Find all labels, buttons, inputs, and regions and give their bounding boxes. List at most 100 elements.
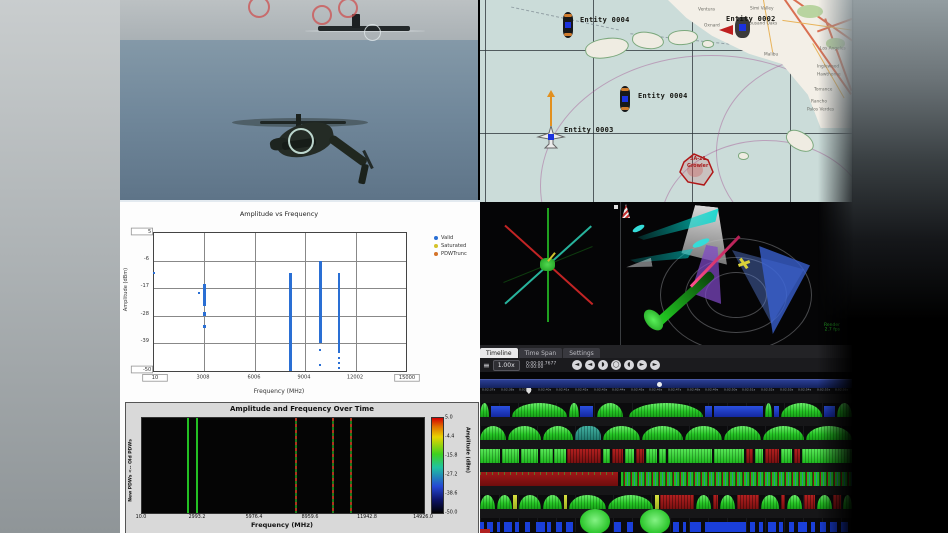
emitter-row[interactable]: Naval/Sea SurveillancePulses: 3866, Drop… [480,417,852,440]
sensor-circle-icon [364,24,381,41]
pulse-segment [773,406,780,417]
pulse-segment [491,406,510,417]
emitter-track[interactable] [480,509,852,533]
pulse-segment [504,521,512,532]
colorbar-tick-label: -27.2 [445,471,458,478]
scatter-point-cluster [289,273,292,371]
emitter-track[interactable] [480,449,852,463]
pulse-segment [563,495,568,509]
emitter-row[interactable]: Nav Navigate Aircraft RadarPulses: 14293… [480,509,852,533]
pulse-segment [565,521,573,532]
legend-label: PDWTrunc [441,250,467,257]
threat-zone-label-line1: SA-21 [690,156,706,162]
3d-beam-viewport[interactable]: Render 2.7 fps [480,202,852,345]
beam-pill-cyan [631,223,646,234]
screenshot-root: Ventura Oxnard Simi Valley Thousand Oaks Mal… [0,0,948,533]
emitter-row[interactable]: Nav Destroyer SurveillancePulses: 9351, … [480,440,852,463]
time-tick-label: 0:02:53s [779,388,793,392]
velocity-vector-line [550,96,552,126]
map-entity-aircraft[interactable] [536,124,566,152]
tab-settings[interactable]: Settings [563,348,600,358]
scatter-legend: Valid Saturated PDWTrunc [434,234,471,258]
axis-tick-label: -6 [143,255,149,262]
emitter-track[interactable] [480,426,852,440]
pulse-segment [786,495,802,509]
pulse-segment [480,426,507,440]
emitter-row[interactable]: Nav Destroyer Tracker 1Pulses: 40468, Dr… [480,463,852,486]
pulse-segment [556,521,562,532]
flight-sim-viewport[interactable] [120,0,478,200]
scatter-point [337,362,340,365]
play-reverse-button[interactable]: ◄ [584,360,595,370]
spectrogram-panel: Amplitude and Frequency Over Time New PD… [125,402,479,533]
pulse-segment [639,509,670,533]
ground-affiliation-square [739,24,746,31]
pulse-segment [705,521,746,532]
map-entity-ship[interactable] [620,86,630,112]
pulse-segment [736,495,759,509]
pulse-segment [667,449,713,463]
tab-timeline[interactable]: Timeline [480,348,518,358]
pulse-segment [690,521,702,532]
hud-marker-flag [622,204,630,218]
city-label: Malibu [764,52,779,58]
pulse-segment [781,449,793,463]
axis-limit-field[interactable]: 5 [130,227,153,236]
map-entity-label: Entity 0004 [580,16,630,24]
pulse-segment [519,495,542,509]
emitter-row[interactable]: Nav Destroyer Tracker 2Pulses: 56936, Dr… [480,486,852,509]
scatter-gridline [154,315,406,317]
scrubber-handle[interactable] [656,382,662,387]
pulse-segment [513,495,518,509]
play-forward-button[interactable]: ► [636,360,647,370]
axis-tick-label: -39 [140,337,149,344]
pulse-segment [682,521,687,532]
pulse-segment [764,449,780,463]
tactical-map-viewport[interactable]: Ventura Oxnard Simi Valley Thousand Oaks Mal… [480,0,852,202]
emitter-row-label: Nav Destroyer SurveillancePulses: 9351, … [480,440,852,449]
map-gridline-v [485,0,486,202]
spectrogram-colorbar [431,417,444,514]
pulse-segment [580,509,611,533]
jump-end-button[interactable]: ► [649,360,660,370]
time-tick-label: 0:02:47s [668,388,682,392]
rf-analysis-panel: Amplitude vs Frequency Amplitude (dBm) F… [120,200,480,533]
emitter-track[interactable] [480,495,852,509]
emitter-row[interactable]: DPT CW Non-SurveillancePulses: 79393, Dr… [480,394,852,417]
pulse-segment [502,449,520,463]
emitter-track[interactable] [480,403,852,417]
time-tick-label: 0:02:44s [612,388,626,392]
scatter-point [337,357,340,360]
pulse-segment [745,449,754,463]
pulse-segment [613,521,622,532]
scatter-point-cluster [203,284,206,306]
pulse-segment [684,426,722,440]
pulse-segment [719,495,735,509]
scatter-point [319,363,322,366]
legend-item: Valid [434,234,471,241]
pulse-segment [543,495,562,509]
axis-limit-field[interactable]: -50 [130,365,153,374]
tab-time-span[interactable]: Time Span [518,348,563,358]
time-tick-label: 0:02:41s [556,388,570,392]
jump-start-button[interactable]: ◄ [571,360,582,370]
scatter-point-cluster [337,273,341,354]
menu-icon[interactable]: ≡ [483,361,490,370]
pulse-segment [480,449,501,463]
legend-marker [434,251,438,256]
axis-limit-field[interactable]: 10 [142,374,168,382]
emitter-row-label: Nav Destroyer Tracker 2Pulses: 56936, Dr… [480,486,852,495]
colorbar-tick-label: -38.6 [445,490,458,497]
scatter-gridline [355,233,357,371]
stop-button[interactable]: ◯ [610,360,621,370]
step-forward-button[interactable]: ◖ [623,360,634,370]
legend-marker [434,243,438,248]
pulse-segment [612,449,624,463]
pulse-segment [714,406,763,417]
spectrogram-signal-line [331,418,334,513]
playback-speed-select[interactable]: 1.00x [492,359,520,371]
axis-limit-field[interactable]: 15000 [394,374,420,382]
emitter-track[interactable] [480,472,852,486]
step-reverse-button[interactable]: ◗ [597,360,608,370]
map-entity-ship[interactable] [563,12,573,38]
